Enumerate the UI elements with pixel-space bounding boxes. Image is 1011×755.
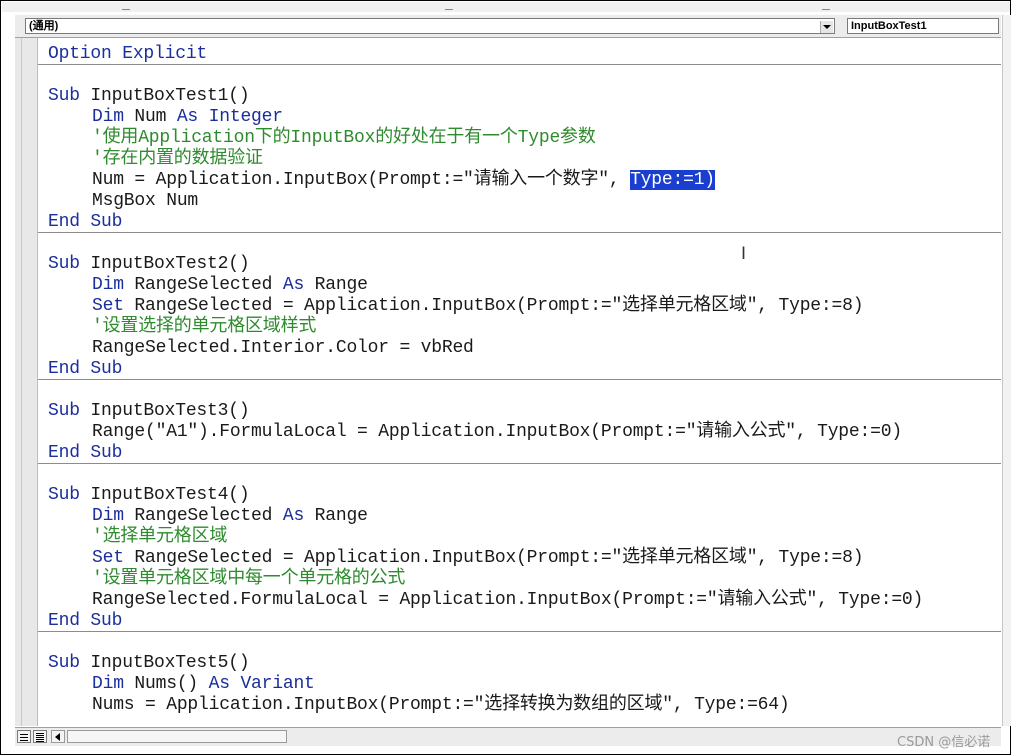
procedure-name: InputBoxTest2() [79,254,250,274]
procedure-combo[interactable]: InputBoxTest1 [847,18,999,34]
code-line: Sub InputBoxTest3() [48,401,250,422]
code-keyword: Dim [92,506,124,526]
code-line: End Sub [48,359,122,380]
code-text: RangeSelected = Application.InputBox(Pro… [123,296,864,316]
code-keyword: End Sub [48,611,123,631]
comment-text: '使用Application下的InputBox的好处在于有一个Type参数 [92,128,596,148]
code-keyword: Sub [48,485,80,505]
selected-text[interactable]: Type:=1) [630,170,715,190]
code-line: End Sub [48,611,122,632]
object-combo-value: (通用) [29,20,59,32]
code-keyword: Dim [92,275,124,295]
comment-text: '设置选择的单元格区域样式 [92,317,317,337]
code-editor[interactable]: Option Explicit Sub InputBoxTest1() Dim … [38,38,1001,726]
procedure-combo-value: InputBoxTest1 [851,20,927,32]
code-text: Range [304,506,368,526]
code-keyword: Option Explicit [48,44,208,64]
code-text: Nums() [123,674,209,694]
code-comment: '设置选择的单元格区域样式 [92,317,316,338]
code-keyword: Sub [48,401,80,421]
margin-indicator-bar[interactable] [15,38,38,726]
code-line: RangeSelected.FormulaLocal = Application… [92,590,923,611]
code-keyword: End Sub [48,359,123,379]
code-text: RangeSelected [123,275,283,295]
procedure-separator [38,463,1001,464]
code-comment: '选择单元格区域 [92,527,227,548]
code-text: RangeSelected [123,506,283,526]
code-line: Sub InputBoxTest2() [48,254,250,275]
procedure-name: InputBoxTest4() [79,485,250,505]
code-comment: '使用Application下的InputBox的好处在于有一个Type参数 [92,128,596,149]
scroll-left-arrow-icon[interactable] [51,730,65,743]
code-comment: '存在内置的数据验证 [92,149,263,170]
procedure-separator [38,379,1001,380]
object-combo[interactable]: (通用) [25,18,835,34]
comment-text: '选择单元格区域 [92,527,228,547]
code-keyword: As [282,506,305,526]
code-keyword: Sub [48,86,80,106]
comment-text: '设置单元格区域中每一个单元格的公式 [92,569,406,589]
horizontal-scrollbar-thumb[interactable] [67,730,287,743]
code-line: Nums = Application.InputBox(Prompt:="选择转… [92,695,790,716]
top-strip-marker [822,9,830,10]
code-comment: '设置单元格区域中每一个单元格的公式 [92,569,405,590]
code-text: Num [123,107,177,127]
code-line: Num = Application.InputBox(Prompt:="请输入一… [92,170,715,191]
i-beam-cursor-icon: I [741,244,747,264]
code-line: Dim RangeSelected As Range [92,275,368,296]
code-text: MsgBox Num [92,191,199,211]
code-line: Sub InputBoxTest4() [48,485,250,506]
code-line: Dim Num As Integer [92,107,283,128]
code-keyword: Sub [48,653,80,673]
code-line: Set RangeSelected = Application.InputBox… [92,548,864,569]
vertical-scrollbar[interactable] [1002,15,1011,726]
code-line: Range("A1").FormulaLocal = Application.I… [92,422,902,443]
code-keyword: Dim [92,674,124,694]
comment-text: '存在内置的数据验证 [92,149,263,169]
code-text: Num = Application.InputBox(Prompt:="请输入一… [92,170,631,190]
code-keyword: End Sub [48,443,123,463]
code-text: RangeSelected.Interior.Color = vbRed [92,338,474,358]
procedure-view-icon[interactable] [17,730,31,743]
code-line: RangeSelected.Interior.Color = vbRed [92,338,474,359]
code-line: End Sub [48,212,122,233]
code-keyword: Dim [92,107,124,127]
code-keyword: End Sub [48,212,123,232]
procedure-separator [38,631,1001,632]
code-line: Sub InputBoxTest5() [48,653,250,674]
code-keyword: Set [92,296,124,316]
procedure-name: InputBoxTest5() [79,653,250,673]
code-keyword: Sub [48,254,80,274]
window-top-strip [2,2,1010,12]
procedure-separator [38,64,1001,65]
code-line: MsgBox Num [92,191,198,212]
procedure-separator [38,232,1001,233]
watermark: CSDN @信必诺 [897,735,991,750]
code-line: Dim RangeSelected As Range [92,506,368,527]
code-text: Range("A1").FormulaLocal = Application.I… [92,422,902,442]
code-keyword: As Integer [176,107,283,127]
full-module-view-icon[interactable] [33,730,47,743]
code-keyword: As Variant [208,674,315,694]
code-keyword: Set [92,548,124,568]
code-text: Nums = Application.InputBox(Prompt:="选择转… [92,695,790,715]
code-line: Dim Nums() As Variant [92,674,315,695]
top-strip-marker [122,9,130,10]
code-keyword: As [282,275,305,295]
code-text: RangeSelected.FormulaLocal = Application… [92,590,924,610]
bottom-bar [15,727,1001,746]
vba-code-window: (通用) InputBoxTest1 Option Explicit Sub I… [0,0,1011,755]
code-text: RangeSelected = Application.InputBox(Pro… [123,548,864,568]
code-window-toolbar: (通用) InputBoxTest1 [15,15,1001,38]
code-line: Option Explicit [48,44,207,65]
code-line: Set RangeSelected = Application.InputBox… [92,296,864,317]
procedure-name: InputBoxTest3() [79,401,250,421]
code-line: Sub InputBoxTest1() [48,86,250,107]
chevron-down-icon[interactable] [820,21,833,33]
code-text: Range [304,275,368,295]
code-line: End Sub [48,443,122,464]
procedure-name: InputBoxTest1() [79,86,250,106]
top-strip-marker [445,9,453,10]
margin-divider [21,38,22,726]
